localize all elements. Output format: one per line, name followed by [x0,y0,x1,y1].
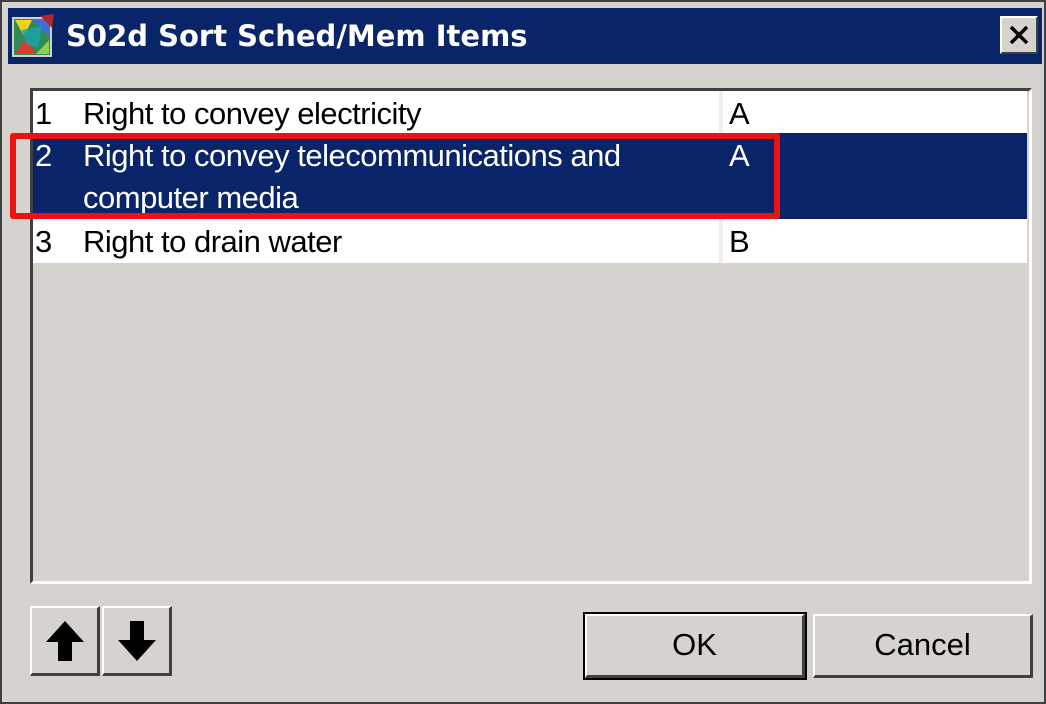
move-up-button[interactable] [30,606,100,676]
cancel-button-label: Cancel [874,627,971,662]
list-item-selected[interactable]: 2 Right to convey telecommunications and… [33,133,1027,219]
arrow-down-icon [118,621,156,661]
item-code: A [729,96,750,131]
cancel-button[interactable]: Cancel [813,614,1033,678]
window-title: S02d Sort Sched/Mem Items [66,19,528,53]
application-icon [12,14,56,58]
item-code: B [729,224,750,259]
list-item[interactable]: 1 Right to convey electricity A [33,91,1027,133]
item-number: 2 [35,138,52,173]
column-separator [719,133,723,219]
item-description: Right to convey telecommunications and c… [83,138,621,215]
column-separator [719,91,723,133]
item-code: A [729,138,750,173]
items-listbox[interactable]: 1 Right to convey electricity A 2 Right … [30,88,1032,584]
item-description: Right to drain water [83,224,342,259]
column-separator [719,219,723,263]
title-bar[interactable]: S02d Sort Sched/Mem Items [8,8,1042,64]
ok-button[interactable]: OK [583,612,807,680]
dialog-window: S02d Sort Sched/Mem Items 1 Right to con… [0,0,1046,704]
list-item[interactable]: 3 Right to drain water B [33,219,1027,263]
item-number: 3 [35,224,52,259]
item-description: Right to convey electricity [83,96,421,131]
move-down-button[interactable] [102,606,172,676]
close-button[interactable] [1000,16,1038,54]
item-number: 1 [35,96,52,131]
ok-button-label: OK [672,627,717,662]
close-icon [1009,25,1029,45]
arrow-up-icon [46,621,84,661]
